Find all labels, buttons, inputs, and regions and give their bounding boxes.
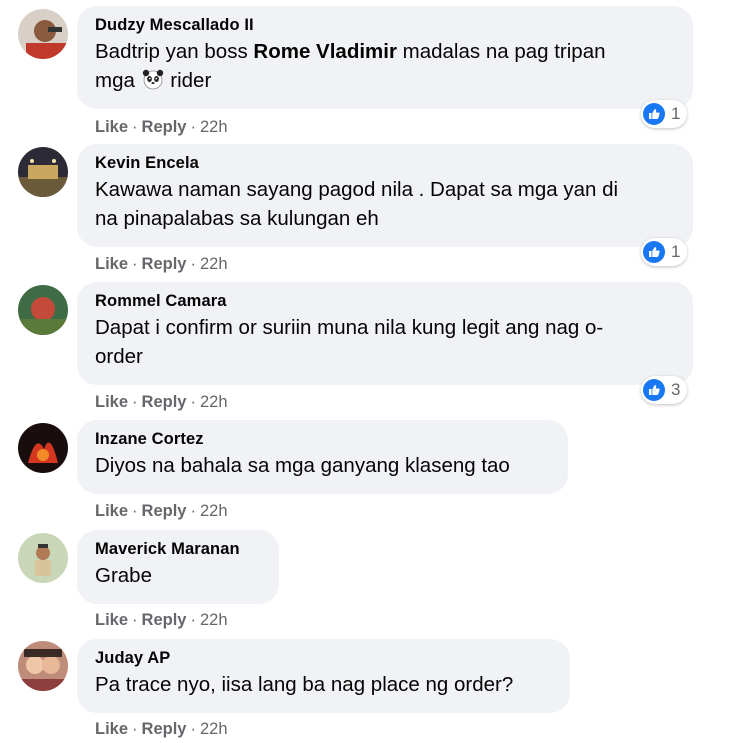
comment-author[interactable]: Maverick Maranan [95,539,261,559]
comment-text: Kawawa naman sayang pagod nila . Dapat s… [95,178,619,230]
comment-bubble: Maverick Maranan Grabe [77,530,279,604]
panda-face-icon [142,68,164,90]
like-button[interactable]: Like [95,502,128,520]
timestamp[interactable]: 22h [200,393,228,411]
like-thumb-icon [643,379,665,401]
comment-text: Badtrip yan boss Rome Vladimir madalas n… [95,40,606,92]
reaction-count[interactable]: 1 [641,238,688,266]
timestamp[interactable]: 22h [200,255,228,273]
mention-link[interactable]: Rome Vladimir [253,40,397,63]
timestamp[interactable]: 22h [200,502,228,520]
reply-button[interactable]: Reply [142,118,187,136]
timestamp[interactable]: 22h [200,611,228,629]
comment-bubble: Rommel Camara Dapat i confirm or suriin … [77,282,693,385]
comment-actions: Like · Reply · 22h [95,720,228,738]
reaction-count[interactable]: 1 [641,100,688,128]
avatar[interactable] [18,641,68,691]
comment-author[interactable]: Rommel Camara [95,291,675,311]
avatar[interactable] [18,9,68,59]
reply-button[interactable]: Reply [142,393,187,411]
reaction-number: 1 [671,104,681,123]
comment-text: Grabe [95,564,152,587]
avatar[interactable] [18,285,68,335]
avatar[interactable] [18,533,68,583]
comment-bubble: Inzane Cortez Diyos na bahala sa mga gan… [77,420,568,494]
comment-author[interactable]: Juday AP [95,648,552,668]
comment-bubble: Kevin Encela Kawawa naman sayang pagod n… [77,144,693,247]
reaction-number: 3 [671,380,681,399]
like-thumb-icon [643,241,665,263]
comment-actions: Like · Reply · 22h [95,393,228,411]
like-button[interactable]: Like [95,720,128,738]
comment-author[interactable]: Dudzy Mescallado II [95,15,675,35]
comment-text: Dapat i confirm or suriin muna nila kung… [95,316,604,368]
comment-bubble: Dudzy Mescallado II Badtrip yan boss Rom… [77,6,693,109]
reply-button[interactable]: Reply [142,255,187,273]
like-button[interactable]: Like [95,118,128,136]
comment-author[interactable]: Inzane Cortez [95,429,550,449]
reply-button[interactable]: Reply [142,502,187,520]
comment-text: Pa trace nyo, iisa lang ba nag place ng … [95,673,514,696]
timestamp[interactable]: 22h [200,118,228,136]
like-button[interactable]: Like [95,393,128,411]
comment-actions: Like · Reply · 22h [95,118,228,136]
reaction-number: 1 [671,242,681,261]
avatar[interactable] [18,423,68,473]
like-thumb-icon [643,103,665,125]
comment-bubble: Juday AP Pa trace nyo, iisa lang ba nag … [77,639,570,713]
timestamp[interactable]: 22h [200,720,228,738]
reply-button[interactable]: Reply [142,720,187,738]
comment-actions: Like · Reply · 22h [95,502,228,520]
reaction-count[interactable]: 3 [641,376,688,404]
comment-actions: Like · Reply · 22h [95,611,228,629]
comment-actions: Like · Reply · 22h [95,255,228,273]
avatar[interactable] [18,147,68,197]
comment-text: Diyos na bahala sa mga ganyang klaseng t… [95,454,510,477]
comment-author[interactable]: Kevin Encela [95,153,675,173]
like-button[interactable]: Like [95,255,128,273]
like-button[interactable]: Like [95,611,128,629]
reply-button[interactable]: Reply [142,611,187,629]
